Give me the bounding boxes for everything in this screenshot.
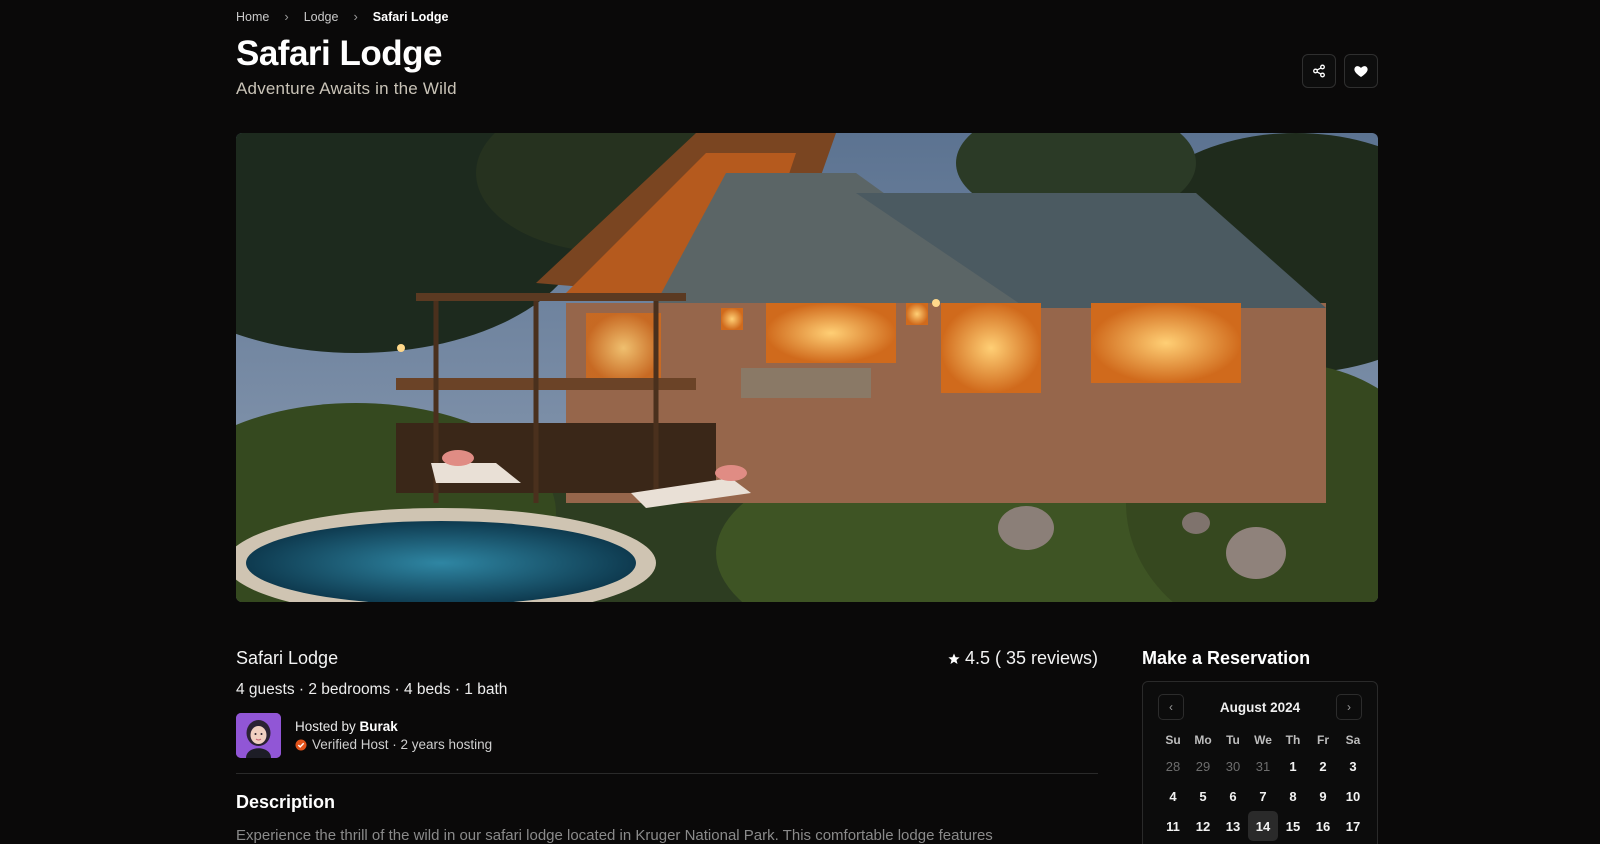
calendar-day[interactable]: 15 (1278, 811, 1308, 841)
breadcrumb: Home › Lodge › Safari Lodge (236, 9, 449, 24)
page-subtitle: Adventure Awaits in the Wild (236, 79, 457, 98)
host-status: Verified Host · 2 years hosting (312, 737, 493, 752)
calendar-day[interactable]: 10 (1338, 781, 1368, 811)
weekday-label: Sa (1345, 733, 1361, 747)
lodge-photo (236, 133, 1378, 602)
breadcrumb-lodge[interactable]: Lodge (304, 10, 339, 24)
page-title: Safari Lodge (236, 34, 442, 73)
host-avatar-image (236, 713, 281, 758)
previous-month-button[interactable]: ‹ (1158, 694, 1184, 720)
breadcrumb-current: Safari Lodge (372, 9, 449, 24)
calendar-day[interactable]: 17 (1338, 811, 1368, 841)
weekday-label: Mo (1194, 733, 1212, 747)
listing-specs: 4 guests · 2 bedrooms · 4 beds · 1 bath (236, 681, 508, 698)
verified-icon (295, 739, 307, 750)
calendar-month: August 2024 (1219, 699, 1301, 715)
calendar-day[interactable]: 5 (1188, 781, 1218, 811)
calendar-day[interactable]: 7 (1248, 781, 1278, 811)
heart-icon (1354, 65, 1368, 77)
calendar-day[interactable]: 11 (1158, 811, 1188, 841)
calendar-day[interactable]: 1 (1278, 751, 1308, 781)
favorite-button[interactable] (1344, 54, 1378, 88)
calendar-day[interactable]: 12 (1188, 811, 1218, 841)
calendar-day-outside: 30 (1225, 758, 1241, 774)
next-month-button[interactable]: › (1336, 694, 1362, 720)
star-icon (948, 653, 960, 664)
calendar-day[interactable]: 9 (1308, 781, 1338, 811)
calendar: ‹ August 2024 › Su Mo Tu We Th Fr Sa 28 … (1142, 681, 1378, 844)
host-text: Hosted by Burak Verified Host · 2 years … (295, 719, 492, 752)
calendar-day-outside: 29 (1195, 758, 1211, 774)
weekday-label: Fr (1317, 733, 1329, 747)
host-line: Hosted by Burak (295, 719, 492, 734)
chevron-right-icon: › (353, 9, 358, 24)
reservation-title: Make a Reservation (1142, 648, 1311, 668)
weekday-label: Su (1165, 733, 1181, 747)
weekday-label: Tu (1226, 733, 1240, 747)
weekday-label: Th (1285, 733, 1301, 747)
calendar-day[interactable]: 13 (1218, 811, 1248, 841)
host-name[interactable]: Burak (360, 719, 398, 734)
listing-details: Safari Lodge 4.5 ( 35 reviews) 4 guests … (236, 648, 1098, 844)
description-title: Description (236, 792, 336, 812)
calendar-day-outside: 31 (1255, 758, 1271, 774)
calendar-day-today[interactable]: 14 (1248, 811, 1278, 841)
calendar-grid: Su Mo Tu We Th Fr Sa 28 29 30 31 1 2 3 4… (1158, 729, 1362, 841)
chevron-left-icon: ‹ (1169, 700, 1173, 714)
header-actions (1302, 54, 1378, 88)
rating-reviews[interactable]: ( 35 reviews) (995, 648, 1098, 669)
weekday-label: We (1254, 733, 1272, 747)
rating-value: 4.5 (964, 648, 990, 668)
host-info: Hosted by Burak Verified Host · 2 years … (236, 713, 1098, 758)
calendar-day[interactable]: 2 (1308, 751, 1338, 781)
calendar-day[interactable]: 16 (1308, 811, 1338, 841)
breadcrumb-home[interactable]: Home (236, 10, 269, 24)
host-prefix: Hosted by (295, 719, 360, 734)
calendar-header: ‹ August 2024 › (1158, 694, 1362, 720)
calendar-day[interactable]: 6 (1218, 781, 1248, 811)
hero-image[interactable] (236, 133, 1378, 602)
calendar-day[interactable]: 3 (1338, 751, 1368, 781)
avatar[interactable] (236, 713, 281, 758)
calendar-day[interactable]: 4 (1158, 781, 1188, 811)
calendar-day-outside: 28 (1165, 758, 1181, 774)
share-icon (1313, 64, 1325, 78)
description-text: Experience the thrill of the wild in our… (236, 827, 993, 844)
divider (236, 773, 1098, 774)
share-button[interactable] (1302, 54, 1336, 88)
rating: 4.5 ( 35 reviews) (948, 648, 1098, 669)
reservation-panel: Make a Reservation ‹ August 2024 › Su Mo… (1142, 648, 1378, 844)
host-status-line: Verified Host · 2 years hosting (295, 737, 492, 752)
chevron-right-icon: › (1347, 700, 1351, 714)
calendar-day[interactable]: 8 (1278, 781, 1308, 811)
chevron-right-icon: › (284, 9, 289, 24)
